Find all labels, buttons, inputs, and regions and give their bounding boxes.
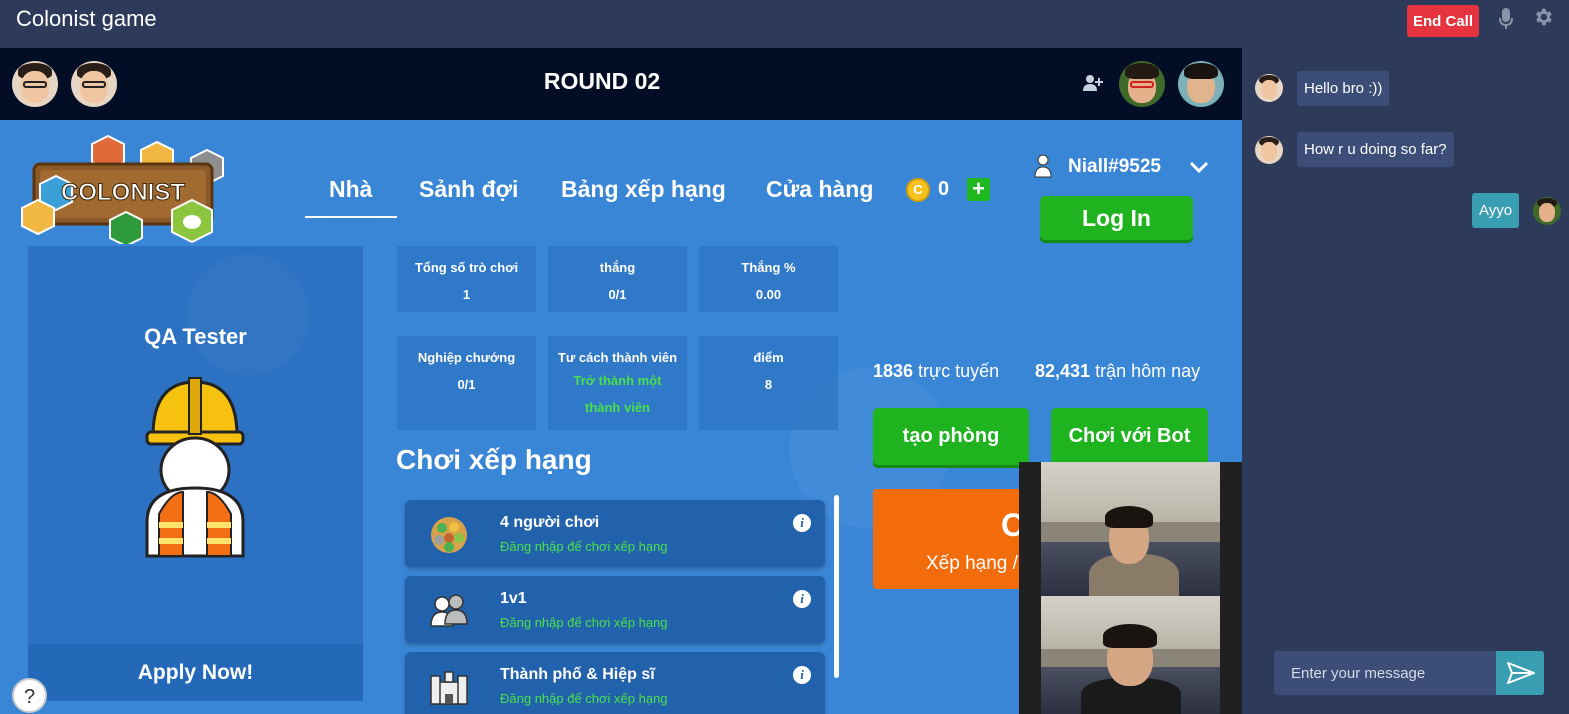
online-count-label: trực tuyến bbox=[913, 361, 1000, 381]
mode-card-4-players[interactable]: 4 người chơi Đăng nhập để chơi xếp hạng … bbox=[405, 500, 825, 567]
coin-icon: C bbox=[906, 178, 930, 202]
profile-panel: QA Tester Apply Now! bbox=[28, 246, 363, 701]
video-call-panel bbox=[1019, 462, 1242, 714]
play-with-bot-button[interactable]: Chơi với Bot bbox=[1051, 408, 1208, 465]
help-button[interactable]: ? bbox=[12, 678, 47, 713]
stat-label: Thắng % bbox=[741, 260, 796, 275]
round-bar: ROUND 02 bbox=[0, 48, 1242, 120]
stat-points: điểm 8 bbox=[699, 336, 838, 430]
online-count: 1836 trực tuyến bbox=[873, 361, 999, 382]
stat-wins: thắng 0/1 bbox=[548, 246, 687, 312]
gear-icon[interactable] bbox=[1532, 6, 1554, 28]
chat-avatar-other bbox=[1255, 136, 1283, 164]
matches-today-value: 82,431 bbox=[1035, 361, 1091, 381]
matches-today-label: trận hôm nay bbox=[1090, 361, 1201, 381]
stat-karma: Nghiệp chướng 0/1 bbox=[397, 336, 536, 430]
video-tile-self bbox=[1041, 596, 1220, 714]
chat-message: Hello bro :)) bbox=[1297, 71, 1390, 106]
stat-label: Tư cách thành viên bbox=[557, 350, 678, 365]
nav-store[interactable]: Cửa hàng bbox=[766, 176, 873, 203]
info-icon[interactable]: i bbox=[793, 514, 811, 532]
chat-message: How r u doing so far? bbox=[1297, 132, 1454, 167]
online-count-value: 1836 bbox=[873, 361, 914, 381]
stat-value: 0/1 bbox=[457, 377, 476, 392]
stat-label: điểm bbox=[753, 350, 784, 365]
round-title: ROUND 02 bbox=[543, 68, 661, 94]
worker-avatar bbox=[145, 377, 245, 558]
end-call-button[interactable]: End Call bbox=[1407, 5, 1479, 37]
username: Niall#9525 bbox=[1068, 156, 1161, 177]
mode-name: Thành phố & Hiệp sĩ bbox=[500, 666, 655, 683]
stat-value: 0/1 bbox=[608, 287, 627, 302]
info-icon[interactable]: i bbox=[793, 666, 811, 684]
top-bar: Colonist game End Call bbox=[0, 0, 1569, 48]
mode-name: 4 người chơi bbox=[500, 514, 600, 531]
nav-leaderboard[interactable]: Bảng xếp hạng bbox=[561, 176, 726, 203]
nav-home[interactable]: Nhà bbox=[329, 176, 372, 203]
become-member-link[interactable]: Trở thành một thành viên bbox=[548, 367, 687, 421]
mode-name: 1v1 bbox=[500, 590, 527, 607]
mode-card-cities-knights[interactable]: Thành phố & Hiệp sĩ Đăng nhập để chơi xế… bbox=[405, 652, 825, 714]
nav-active-indicator bbox=[305, 216, 397, 218]
stat-label: Tổng số trò chơi bbox=[414, 260, 519, 275]
stat-total-games: Tổng số trò chơi 1 bbox=[397, 246, 536, 312]
catan-board-icon bbox=[431, 517, 467, 553]
video-tile-remote bbox=[1041, 462, 1220, 596]
chat-panel: Hello bro :)) How r u doing so far? Ayyo bbox=[1242, 48, 1569, 714]
chat-avatar-self bbox=[1533, 197, 1561, 225]
send-icon[interactable] bbox=[1496, 651, 1544, 695]
stat-label: Nghiệp chướng bbox=[417, 350, 516, 365]
colonist-logo[interactable]: COLONIST bbox=[20, 134, 226, 244]
info-icon[interactable]: i bbox=[793, 590, 811, 608]
two-players-icon bbox=[430, 594, 468, 627]
mic-icon[interactable] bbox=[1499, 8, 1513, 30]
add-user-icon[interactable] bbox=[1082, 72, 1104, 94]
chat-message-own: Ayyo bbox=[1472, 193, 1520, 228]
game-area: ROUND 02 COLONIST Nhà Sảnh đợi Bảng xếp … bbox=[0, 48, 1242, 714]
stat-value: 1 bbox=[462, 287, 471, 302]
stat-label: thắng bbox=[599, 260, 636, 275]
stat-value: 0.00 bbox=[755, 287, 782, 302]
apply-now-button[interactable]: Apply Now! bbox=[28, 644, 363, 701]
mode-login-hint: Đăng nhập để chơi xếp hạng bbox=[500, 691, 668, 706]
user-icon bbox=[1034, 154, 1052, 178]
add-coins-button[interactable]: + bbox=[967, 178, 990, 201]
ranked-title: Chơi xếp hạng bbox=[396, 444, 592, 475]
coin-count: 0 bbox=[938, 178, 950, 200]
stat-membership: Tư cách thành viên Trở thành một thành v… bbox=[548, 336, 687, 430]
castle-icon bbox=[430, 671, 468, 705]
modes-scrollbar[interactable] bbox=[834, 495, 839, 678]
chat-message-input[interactable] bbox=[1274, 651, 1496, 695]
logo-text: COLONIST bbox=[61, 179, 185, 206]
play-card-subtitle: Xếp hạng / bbox=[926, 553, 1018, 574]
chat-avatar-other bbox=[1255, 74, 1283, 102]
nav-lobby[interactable]: Sảnh đợi bbox=[419, 176, 518, 203]
mode-card-1v1[interactable]: 1v1 Đăng nhập để chơi xếp hạng i bbox=[405, 576, 825, 643]
mode-login-hint: Đăng nhập để chơi xếp hạng bbox=[500, 539, 668, 554]
login-button[interactable]: Log In bbox=[1040, 196, 1193, 240]
profile-name: QA Tester bbox=[144, 324, 247, 349]
chevron-down-icon[interactable] bbox=[1189, 160, 1209, 174]
stat-value: 8 bbox=[764, 377, 773, 392]
stat-win-percent: Thắng % 0.00 bbox=[699, 246, 838, 312]
player-avatar-3[interactable] bbox=[1119, 61, 1165, 107]
player-avatar-4[interactable] bbox=[1178, 61, 1224, 107]
matches-today: 82,431 trận hôm nay bbox=[1035, 361, 1200, 382]
mode-login-hint: Đăng nhập để chơi xếp hạng bbox=[500, 615, 668, 630]
create-room-button[interactable]: tạo phòng bbox=[873, 408, 1029, 465]
app-title: Colonist game bbox=[16, 6, 157, 31]
